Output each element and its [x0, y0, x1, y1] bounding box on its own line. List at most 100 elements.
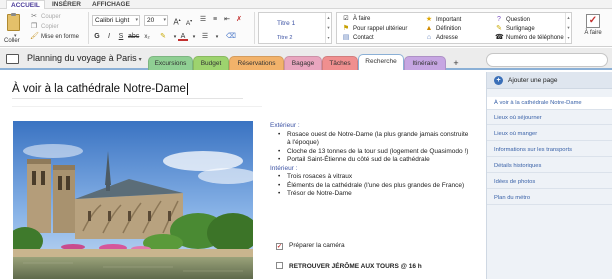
page-item-manger[interactable]: Lieux où manger [487, 128, 612, 141]
notebook-title[interactable]: Planning du voyage à Paris ▾ [27, 53, 142, 63]
tab-section-excursions[interactable]: Excursions [148, 56, 193, 70]
clipboard-icon [7, 13, 20, 31]
tag-address-label: Adresse [436, 35, 459, 41]
chevron-down-icon[interactable]: ▾ [212, 32, 222, 42]
tab-section-reservations[interactable]: Réservations [229, 56, 284, 70]
tag-address[interactable]: ⌂ Adresse [425, 33, 458, 42]
page-title[interactable]: À voir à la cathédrale Notre-Dame [12, 83, 243, 100]
todo-checkbox[interactable] [276, 262, 283, 269]
font-color-button[interactable]: A [178, 32, 188, 41]
page-item-historique[interactable]: Détails historiques [487, 160, 612, 173]
todo-checkbox-checked[interactable]: ✓ [276, 243, 283, 250]
paintbrush-icon: 🖌 [30, 33, 39, 40]
tab-inserer[interactable]: INSÉRER [48, 0, 85, 9]
list-item: Trésor de Notre-Dame [278, 190, 470, 199]
star-icon: ★ [425, 16, 433, 23]
subscript-button[interactable]: x₂ [142, 32, 152, 42]
page-item-notre-dame[interactable]: À voir à la cathédrale Notre-Dame [487, 97, 612, 110]
font-size-value: 20 [147, 17, 155, 24]
tab-section-bagage[interactable]: Bagage [284, 56, 322, 70]
divider [88, 12, 89, 44]
title-underline [12, 106, 262, 107]
todo-item: ✓ Préparer la caméra [276, 242, 345, 250]
highlight-icon[interactable]: ✎ [158, 32, 168, 42]
notebook-icon[interactable] [6, 54, 19, 64]
interior-list: Trois rosaces à vitraux Éléments de la c… [278, 173, 470, 199]
chevron-down-icon[interactable]: ▾ [189, 32, 199, 42]
grow-font-button[interactable]: A▴ [172, 15, 182, 27]
style-title2[interactable]: Titre 2 [277, 35, 292, 41]
tags-scrollbar[interactable]: ▲ ▼ ▾ [565, 13, 571, 43]
format-painter-button[interactable]: 🖌 Mise en forme [30, 32, 88, 42]
tab-section-itineraire[interactable]: Itinéraire [404, 56, 446, 70]
notre-dame-photo[interactable] [13, 121, 253, 279]
styles-scrollbar[interactable]: ▲ ▼ ▾ [325, 13, 331, 43]
copy-button[interactable]: ❐ Copier [30, 22, 88, 32]
notebook-title-text: Planning du voyage à Paris [27, 53, 137, 63]
font-name-value: Calibri Light [95, 17, 130, 24]
phone-icon: ☎ [495, 34, 504, 41]
outdent-button[interactable]: ⇤ [222, 15, 232, 25]
font-name-select[interactable]: Calibri Light ▾ [92, 15, 140, 26]
page-item-sejourner[interactable]: Lieux où séjourner [487, 112, 612, 125]
cut-button[interactable]: ✂ Couper [30, 12, 88, 22]
bullets-button[interactable]: ☰ [198, 15, 208, 25]
todo-tag-label: À faire [584, 30, 602, 36]
notes-outline[interactable]: Extérieur : Rosace ouest de Notre-Dame (… [270, 122, 470, 199]
contact-icon: ▤ [342, 34, 350, 41]
chevron-down-icon: ▾ [138, 57, 142, 63]
tag-contact[interactable]: ▤ Contact [342, 33, 374, 42]
tags-gallery: ☑ À faire ⚑ Pour rappel ultérieur ▤ Contact… [336, 12, 572, 44]
strikethrough-button[interactable]: abc [128, 32, 139, 42]
page-item-metro[interactable]: Plan du métro [487, 192, 612, 205]
tag-reminder[interactable]: ⚑ Pour rappel ultérieur [342, 24, 408, 33]
paste-button[interactable]: ▾ Coller [4, 11, 24, 45]
search-input[interactable] [486, 53, 608, 67]
underline-button[interactable]: S [116, 32, 126, 42]
list-item: Éléments de la cathédrale (l'une des plu… [278, 182, 470, 191]
pages-panel: + Ajouter une page À voir à la cathédrale… [486, 72, 612, 279]
book-icon: ▲ [425, 25, 433, 32]
align-left-button[interactable]: ☰ [200, 32, 210, 42]
exterior-list: Rosace ouest de Notre-Dame (la plus gran… [278, 131, 470, 165]
divider [254, 12, 255, 44]
copy-label: Copier [41, 24, 59, 30]
eraser-icon[interactable]: ⌫ [226, 32, 236, 42]
add-section-button[interactable]: + [450, 57, 462, 69]
add-page-button[interactable]: + Ajouter une page [487, 72, 612, 89]
tag-highlight-label: Surlignage [506, 26, 535, 32]
tag-question-label: Question [506, 17, 531, 23]
todo-item: RETROUVER JÉRÔME AUX TOURS @ 16 h [276, 262, 422, 270]
shrink-font-button[interactable]: A▾ [184, 16, 194, 27]
tag-todo-label: À faire [353, 16, 371, 22]
flag-icon: ⚑ [342, 25, 350, 32]
page-item-transports[interactable]: Informations sur les transports [487, 144, 612, 157]
tab-section-budget[interactable]: Budget [193, 56, 229, 70]
todo-label: RETROUVER JÉRÔME AUX TOURS @ 16 h [289, 263, 422, 270]
clear-format-icon[interactable]: ✗ [234, 15, 244, 25]
tab-section-recherche[interactable]: Recherche [358, 54, 404, 70]
format-painter-label: Mise en forme [41, 34, 80, 40]
exterior-heading: Extérieur : [270, 122, 300, 129]
tag-question[interactable]: ? Question [495, 15, 530, 24]
checkmark-icon: ✓ [586, 14, 600, 28]
tab-affichage[interactable]: AFFICHAGE [88, 0, 134, 9]
tag-highlight[interactable]: ✎ Surlignage [495, 24, 535, 33]
font-size-select[interactable]: 20 ▾ [144, 15, 168, 26]
tag-todo[interactable]: ☑ À faire [342, 15, 370, 24]
chevron-down-icon: ▾ [163, 17, 166, 23]
page-title-text: À voir à la cathédrale Notre-Dame [12, 83, 186, 96]
todo-tag-button[interactable]: ✓ À faire [578, 12, 608, 44]
styles-gallery: Titre 1 Titre 2 ▲ ▼ ▾ [258, 12, 332, 44]
page-canvas[interactable]: À voir à la cathédrale Notre-Dame Extéri… [0, 72, 486, 279]
tag-phone[interactable]: ☎ Numéro de téléphone [495, 33, 564, 42]
tag-definition[interactable]: ▲ Définition [425, 24, 461, 33]
tab-section-taches[interactable]: Tâches [322, 56, 358, 70]
style-title1[interactable]: Titre 1 [277, 20, 295, 27]
page-item-photos[interactable]: Idées de photos [487, 176, 612, 189]
tag-important[interactable]: ★ Important [425, 15, 462, 24]
numbering-button[interactable]: ≡ [210, 15, 220, 25]
ribbon: ▾ Coller ✂ Couper ❐ Copier 🖌 Mise en forme … [0, 9, 612, 47]
bold-button[interactable]: G [92, 32, 102, 42]
italic-button[interactable]: I [104, 32, 114, 42]
